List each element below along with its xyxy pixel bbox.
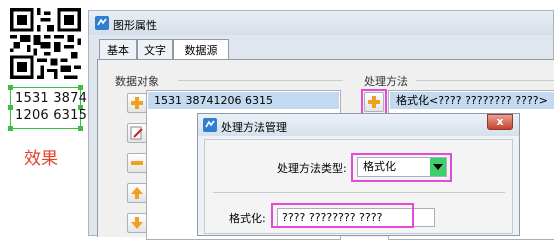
dialog-title: 处理方法管理 bbox=[221, 121, 287, 134]
divider bbox=[178, 80, 343, 81]
resize-handle-left[interactable] bbox=[8, 105, 13, 110]
window-title: 图形属性 bbox=[113, 19, 157, 32]
dialog-body: 处理方法类型: 格式化 格式化: ???? ???????? ???? bbox=[204, 139, 513, 234]
resize-handle-bottom-left[interactable] bbox=[8, 126, 13, 131]
edit-icon bbox=[130, 126, 143, 140]
barcode-line-1: 1531 3874 bbox=[15, 91, 88, 106]
highlight-box bbox=[271, 203, 414, 228]
resize-handle-top-left[interactable] bbox=[8, 85, 13, 90]
barcode-text-label[interactable]: 1531 3874 1206 6315 bbox=[8, 85, 87, 131]
remove-button[interactable] bbox=[127, 153, 147, 173]
processing-method-dialog: 处理方法管理 x 处理方法类型: 格式化 格式化: ???? ???????? … bbox=[197, 113, 520, 236]
edit-button[interactable] bbox=[127, 123, 147, 143]
move-down-button[interactable] bbox=[127, 213, 147, 233]
minus-icon bbox=[131, 161, 143, 165]
qr-code bbox=[10, 8, 81, 79]
processing-method-label: 处理方法 bbox=[364, 75, 408, 88]
app-icon bbox=[203, 118, 217, 132]
tab-basic[interactable]: 基本 bbox=[99, 39, 137, 59]
app-icon bbox=[95, 16, 109, 30]
highlight-box bbox=[361, 89, 387, 115]
arrow-up-icon bbox=[131, 187, 143, 199]
add-button[interactable] bbox=[127, 93, 147, 113]
arrow-down-icon bbox=[131, 217, 143, 229]
tab-text[interactable]: 文字 bbox=[137, 39, 173, 59]
resize-handle-bottom-right[interactable] bbox=[78, 126, 83, 131]
list-item[interactable]: 格式化<???? ???????? ????> bbox=[390, 92, 554, 109]
divider bbox=[416, 80, 554, 81]
highlight-box bbox=[351, 153, 452, 182]
method-type-label: 处理方法类型: bbox=[277, 162, 347, 175]
tab-data-source[interactable]: 数据源 bbox=[173, 39, 229, 60]
effect-caption: 效果 bbox=[24, 149, 58, 169]
plus-icon bbox=[131, 97, 143, 109]
barcode-line-2: 1206 6315 bbox=[15, 108, 88, 123]
divider bbox=[213, 192, 505, 193]
resize-handle-top-right[interactable] bbox=[78, 85, 83, 90]
close-button[interactable]: x bbox=[487, 114, 513, 130]
dialog-titlebar: 处理方法管理 x bbox=[198, 114, 519, 136]
list-item[interactable]: 1531 38741206 6315 bbox=[148, 92, 339, 109]
data-objects-label: 数据对象 bbox=[115, 75, 159, 88]
move-up-button[interactable] bbox=[127, 183, 147, 203]
format-label: 格式化: bbox=[229, 212, 266, 225]
window-titlebar: 图形属性 bbox=[89, 11, 553, 35]
